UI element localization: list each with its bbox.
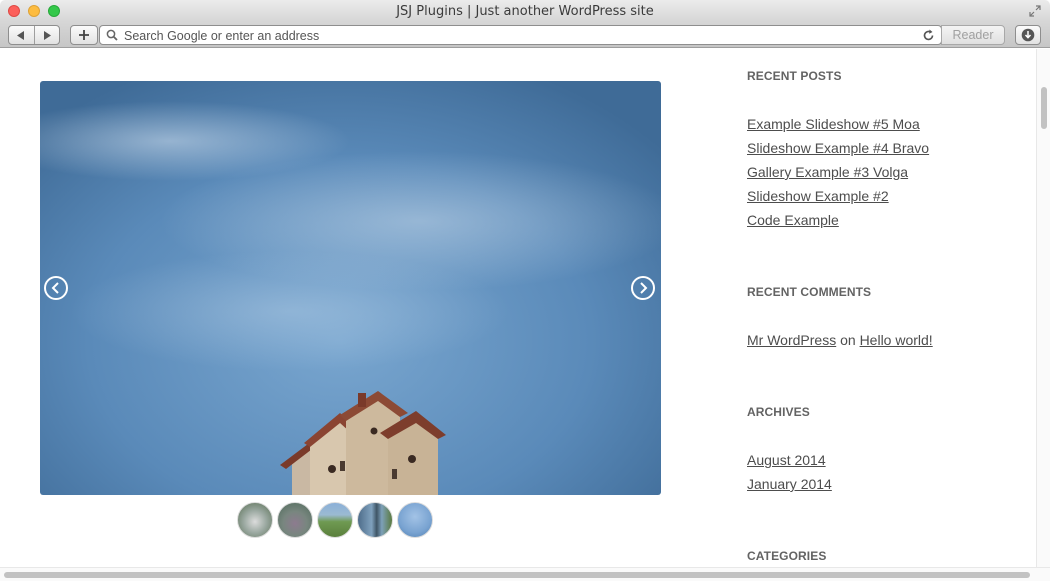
categories-title: CATEGORIES [747,549,827,563]
thumbnail-2[interactable] [277,502,313,538]
reader-button[interactable]: Reader [941,25,1005,45]
vertical-scrollbar[interactable] [1036,49,1050,567]
circle-chevron-right-icon [640,282,648,294]
slideshow-thumbnails [237,502,433,538]
plus-icon [79,30,89,40]
search-icon [106,29,118,41]
forward-button[interactable] [33,26,60,44]
back-forward-group [8,25,60,45]
downloads-button[interactable] [1015,25,1041,45]
list-item: Example Slideshow #5 Moa [747,112,929,136]
reload-icon[interactable] [922,27,935,45]
thumbnail-3[interactable] [317,502,353,538]
post-link[interactable]: Gallery Example #3 Volga [747,164,908,180]
window-title: JSJ Plugins | Just another WordPress sit… [396,4,654,19]
window-titlebar: JSJ Plugins | Just another WordPress sit… [0,0,1050,22]
address-input[interactable] [124,28,904,43]
address-bar[interactable] [99,25,942,45]
post-link[interactable]: Example Slideshow #5 Moa [747,116,920,132]
list-item: Slideshow Example #4 Bravo [747,136,929,160]
slide-next-button[interactable] [631,276,655,300]
comment-author-link[interactable]: Mr WordPress [747,332,836,348]
post-link[interactable]: Code Example [747,212,839,228]
recent-posts-list: Example Slideshow #5 Moa Slideshow Examp… [747,112,929,232]
circle-chevron-left-icon [51,282,59,294]
horizontal-scroll-thumb[interactable] [4,572,1030,578]
archive-link[interactable]: August 2014 [747,452,826,468]
comment-connector: on [840,332,856,348]
browser-toolbar: Reader [0,22,1050,48]
comment-post-link[interactable]: Hello world! [860,332,933,348]
post-link[interactable]: Slideshow Example #2 [747,188,889,204]
list-item: Gallery Example #3 Volga [747,160,929,184]
post-link[interactable]: Slideshow Example #4 Bravo [747,140,929,156]
chevron-right-icon [43,30,51,40]
birdhouse-slide-image [280,391,446,495]
chevron-left-icon [17,30,25,40]
list-item: January 2014 [747,472,832,496]
new-tab-button[interactable] [70,25,98,45]
vertical-scroll-thumb[interactable] [1041,87,1047,129]
archive-link[interactable]: January 2014 [747,476,832,492]
list-item: Slideshow Example #2 [747,184,929,208]
archives-title: ARCHIVES [747,405,810,419]
slide-prev-button[interactable] [44,276,68,300]
page-content: RECENT POSTS Example Slideshow #5 Moa Sl… [0,49,1036,567]
thumbnail-1[interactable] [237,502,273,538]
horizontal-scrollbar[interactable] [0,567,1050,581]
list-item: Code Example [747,208,929,232]
list-item: Mr WordPress on Hello world! [747,328,933,352]
list-item: August 2014 [747,448,832,472]
download-icon [1021,28,1035,42]
recent-comments-title: RECENT COMMENTS [747,285,872,299]
thumbnail-5[interactable] [397,502,433,538]
fullscreen-icon[interactable] [1028,4,1042,18]
slideshow[interactable] [40,81,661,495]
thumbnail-4[interactable] [357,502,393,538]
back-button[interactable] [9,26,34,44]
recent-posts-title: RECENT POSTS [747,69,842,83]
archives-list: August 2014 January 2014 [747,448,832,496]
recent-comments-list: Mr WordPress on Hello world! [747,328,933,352]
